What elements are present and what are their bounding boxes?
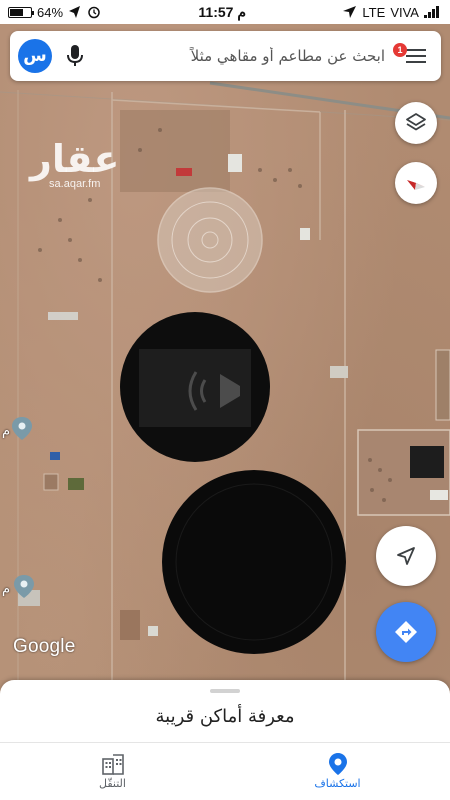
my-location-button[interactable] <box>376 526 436 586</box>
directions-icon <box>395 621 417 643</box>
status-right: LTE VIVA <box>343 5 442 20</box>
compass-icon <box>407 180 425 190</box>
map-place-label[interactable]: م <box>2 582 10 597</box>
layers-button[interactable] <box>395 102 437 144</box>
sheet-title: معرفة أماكن قريبة <box>155 706 295 727</box>
status-bar: 64% 11:57 م LTE VIVA <box>0 0 450 24</box>
explore-pin-icon <box>328 753 347 775</box>
network-type: LTE <box>362 4 386 20</box>
bottom-navigation: استكشاف التنقّل <box>0 742 450 800</box>
carrier-name: VIVA <box>390 4 419 20</box>
layers-icon <box>406 113 426 131</box>
location-arrow-icon <box>69 6 81 18</box>
directions-button[interactable] <box>376 602 436 662</box>
search-bar[interactable]: س 1 <box>10 31 441 81</box>
battery-level <box>10 8 23 16</box>
location-services-icon <box>343 6 357 18</box>
voice-search-button[interactable] <box>60 41 90 71</box>
watermark-logo: عقار <box>30 137 120 181</box>
google-logo: Google <box>13 636 76 657</box>
map-place-label[interactable]: م <box>2 424 10 439</box>
status-left: 64% <box>8 5 101 20</box>
battery-percent: 64% <box>37 4 64 20</box>
menu-button[interactable]: 1 <box>393 39 433 73</box>
nav-label-commute: التنقّل <box>99 777 126 790</box>
battery-icon <box>8 6 34 18</box>
sheet-handle[interactable] <box>210 689 240 693</box>
clock: 11:57 م <box>198 3 247 20</box>
signal-bars-icon <box>423 6 439 18</box>
search-input[interactable] <box>90 31 399 81</box>
aqar-watermark: عقار sa.aqar.fm <box>30 138 119 190</box>
account-avatar[interactable]: س <box>18 39 52 73</box>
microphone-icon <box>67 45 83 66</box>
compass-button[interactable] <box>395 162 437 204</box>
explore-sheet[interactable]: معرفة أماكن قريبة <box>0 680 450 742</box>
nav-tab-explore[interactable]: استكشاف <box>225 743 450 800</box>
hamburger-menu-icon <box>406 49 426 63</box>
commute-icon <box>101 754 124 775</box>
notification-badge: 1 <box>393 43 407 57</box>
nav-tab-commute[interactable]: التنقّل <box>0 743 225 800</box>
alarm-icon <box>88 6 100 19</box>
navigation-arrow-icon <box>397 547 415 565</box>
nav-label-explore: استكشاف <box>314 777 361 790</box>
